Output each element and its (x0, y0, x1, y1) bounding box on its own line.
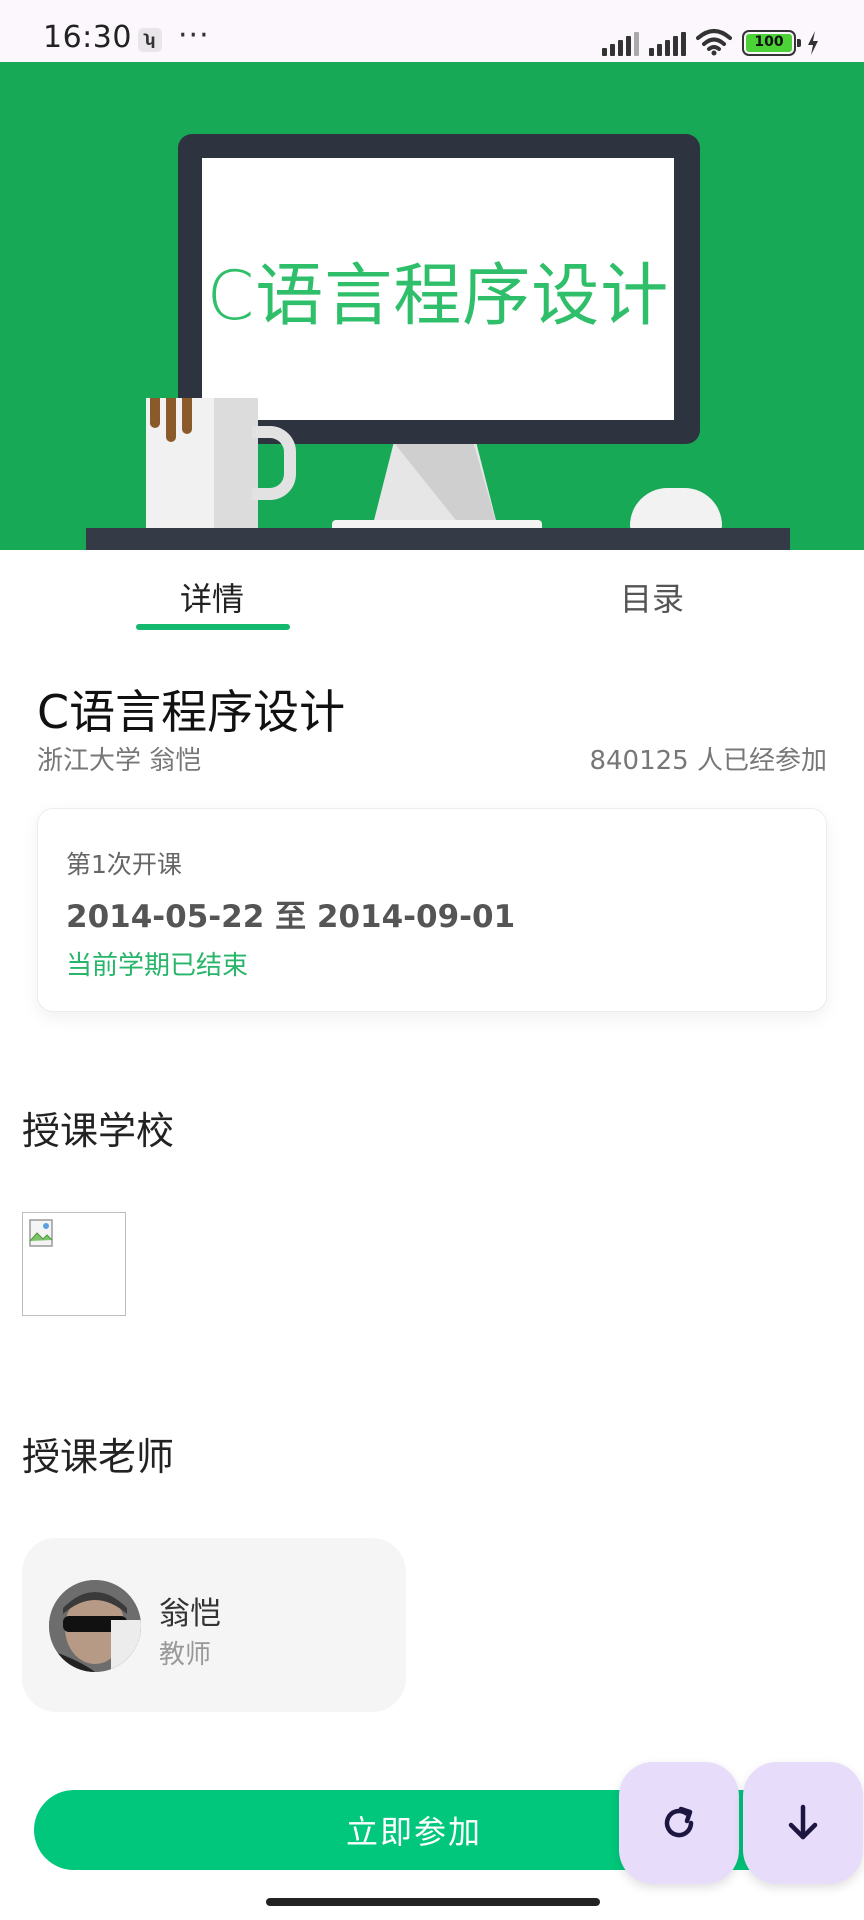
session-dates: 2014-05-22 至 2014-09-01 (66, 899, 516, 935)
home-indicator[interactable] (266, 1898, 600, 1906)
coffee-drip (182, 398, 192, 434)
signal-icon (602, 30, 639, 56)
wifi-icon (696, 29, 732, 56)
status-time: 16:30 (43, 20, 132, 55)
desk-illustration (86, 528, 790, 550)
tab-bar: 详情 目录 (0, 550, 864, 634)
banner-course-title: C语言程序设计 (206, 256, 670, 336)
mug-handle (252, 426, 296, 500)
coffee-drip (150, 398, 160, 428)
tab-detail[interactable]: 详情 (180, 574, 244, 620)
battery-icon: 100 (742, 30, 801, 56)
course-title: C语言程序设计 (37, 685, 346, 739)
participant-count: 840125 人已经参加 (589, 746, 827, 776)
teacher-avatar (49, 1580, 141, 1672)
refresh-icon (664, 1806, 694, 1838)
app-notification-icon: ʮ (138, 28, 162, 52)
arrow-down-icon (788, 1804, 818, 1840)
session-label: 第1次开课 (66, 850, 182, 879)
signal-icon (649, 30, 686, 56)
refresh-button[interactable] (619, 1762, 739, 1884)
coffee-drip (166, 398, 176, 442)
session-status: 当前学期已结束 (66, 951, 249, 981)
more-notifications-icon: ··· (178, 18, 210, 53)
teacher-section-title: 授课老师 (22, 1435, 175, 1479)
course-banner: C语言程序设计 (0, 62, 864, 550)
status-icons: 100 (602, 26, 820, 56)
teacher-card[interactable]: 翁恺 教师 (22, 1538, 406, 1712)
charging-icon (808, 31, 818, 55)
active-tab-indicator (136, 624, 290, 630)
mouse-illustration (630, 488, 722, 532)
session-card[interactable]: 第1次开课 2014-05-22 至 2014-09-01 当前学期已结束 (37, 808, 827, 1012)
teacher-name: 翁恺 (159, 1596, 221, 1632)
school-section-title: 授课学校 (22, 1109, 175, 1153)
school-logo[interactable] (22, 1212, 126, 1316)
course-university-teacher: 浙江大学 翁恺 (37, 746, 202, 776)
avatar-photo (49, 1580, 141, 1672)
battery-level: 100 (746, 34, 792, 52)
broken-image-icon (29, 1219, 53, 1247)
teacher-role: 教师 (159, 1640, 212, 1670)
status-bar: 16:30 ʮ ··· 100 (0, 0, 864, 62)
scroll-down-button[interactable] (743, 1762, 863, 1884)
tab-catalog[interactable]: 目录 (620, 574, 684, 620)
monitor-screen: C语言程序设计 (202, 158, 674, 420)
